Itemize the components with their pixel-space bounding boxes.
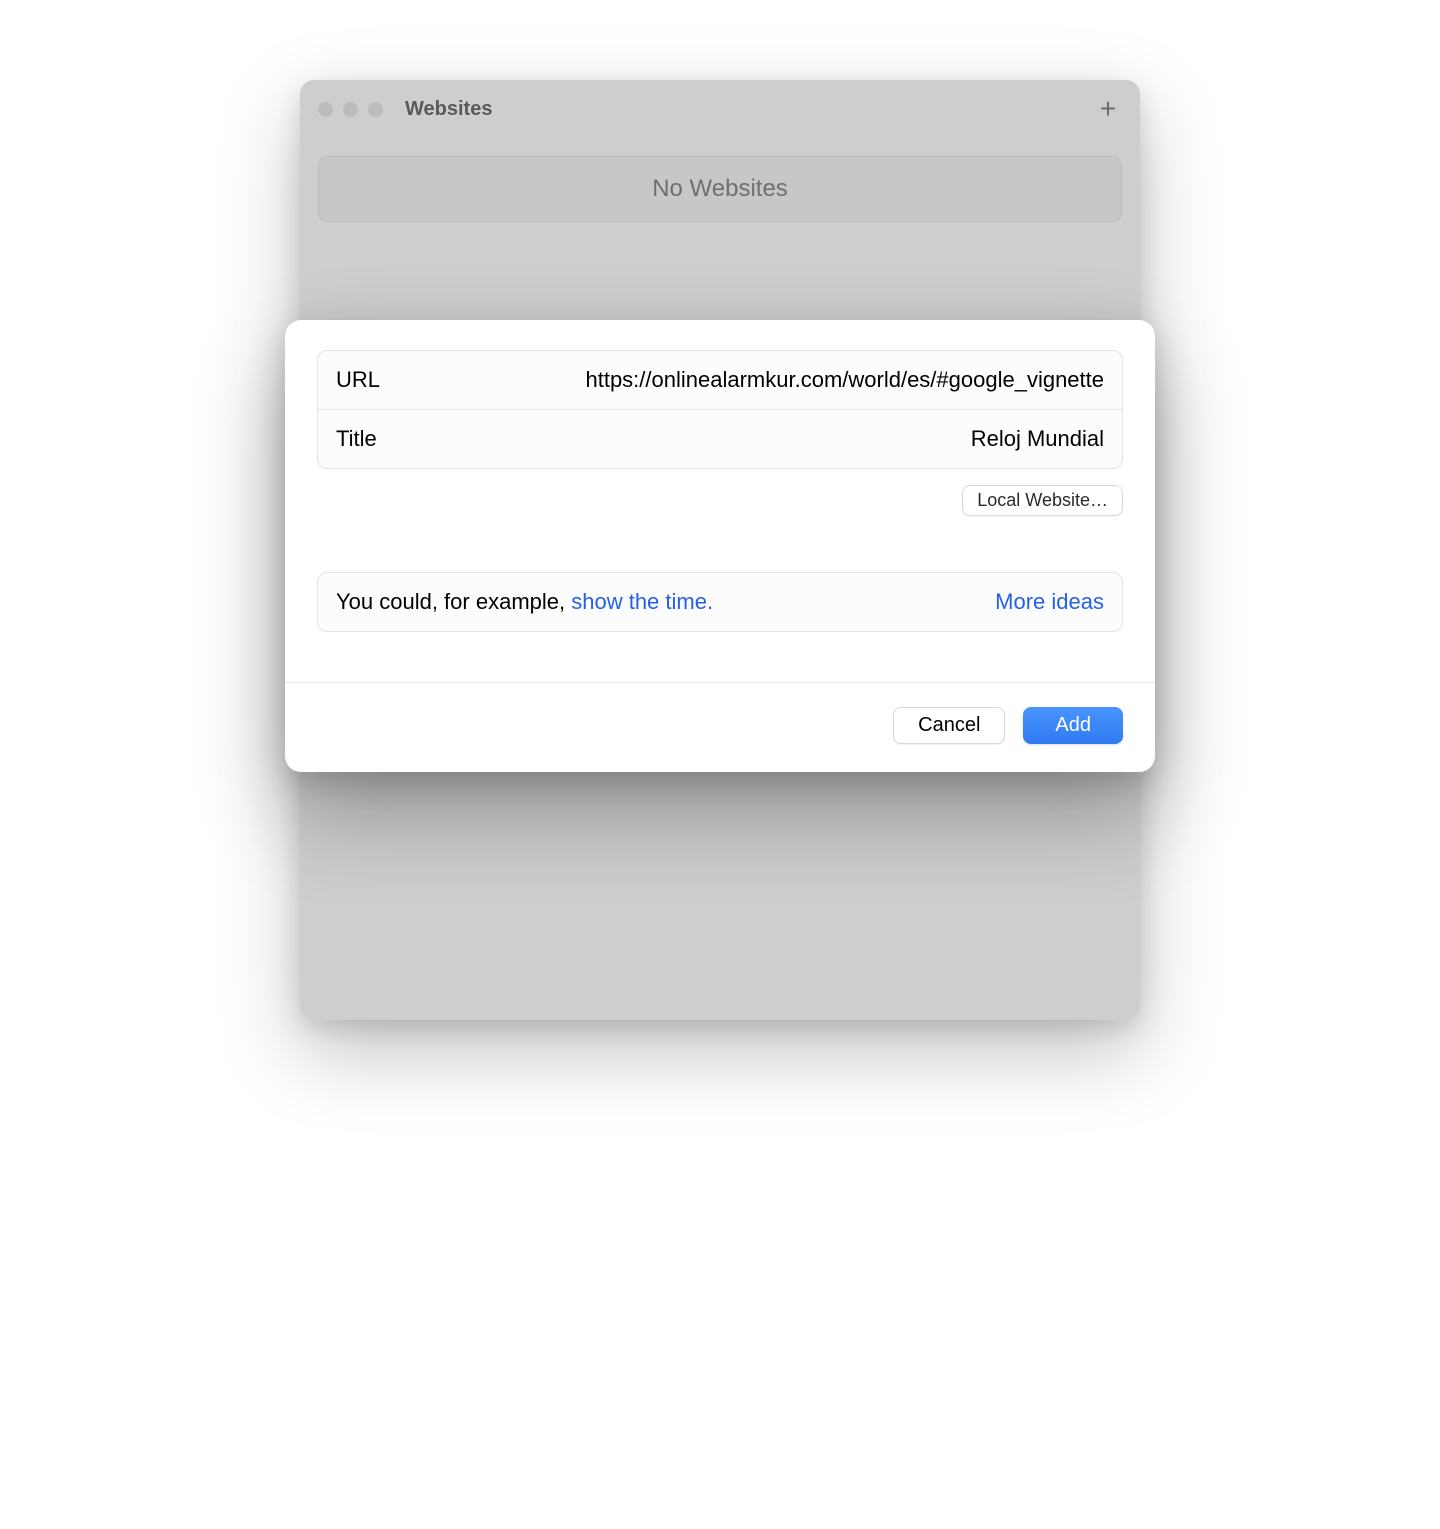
hint-prefix: You could, for example, (336, 589, 571, 614)
form-group: URL Title (317, 350, 1123, 469)
empty-state-banner: No Websites (318, 156, 1122, 222)
plus-icon: + (1100, 95, 1116, 123)
minimize-window-button[interactable] (343, 102, 358, 117)
add-website-dialog: URL Title Local Website… You could, for … (285, 320, 1155, 772)
zoom-window-button[interactable] (368, 102, 383, 117)
window-title: Websites (405, 98, 492, 121)
title-label: Title (336, 426, 476, 452)
url-label: URL (336, 367, 476, 393)
hint-text: You could, for example, show the time. (336, 589, 713, 615)
cancel-button[interactable]: Cancel (893, 707, 1005, 744)
hint-box: You could, for example, show the time. M… (317, 572, 1123, 632)
traffic-lights (318, 102, 383, 117)
add-button[interactable]: Add (1023, 707, 1123, 744)
add-website-button[interactable]: + (1094, 95, 1122, 123)
empty-state-text: No Websites (652, 175, 788, 203)
close-window-button[interactable] (318, 102, 333, 117)
local-website-button[interactable]: Local Website… (962, 485, 1123, 516)
more-ideas-link[interactable]: More ideas (995, 589, 1104, 615)
url-row: URL (318, 351, 1122, 409)
show-time-link[interactable]: show the time. (571, 589, 713, 614)
url-input[interactable] (476, 367, 1104, 393)
title-row: Title (318, 409, 1122, 468)
title-input[interactable] (476, 426, 1104, 452)
dialog-footer: Cancel Add (285, 682, 1155, 772)
titlebar: Websites + (300, 80, 1140, 138)
content-area: No Websites (300, 138, 1140, 240)
